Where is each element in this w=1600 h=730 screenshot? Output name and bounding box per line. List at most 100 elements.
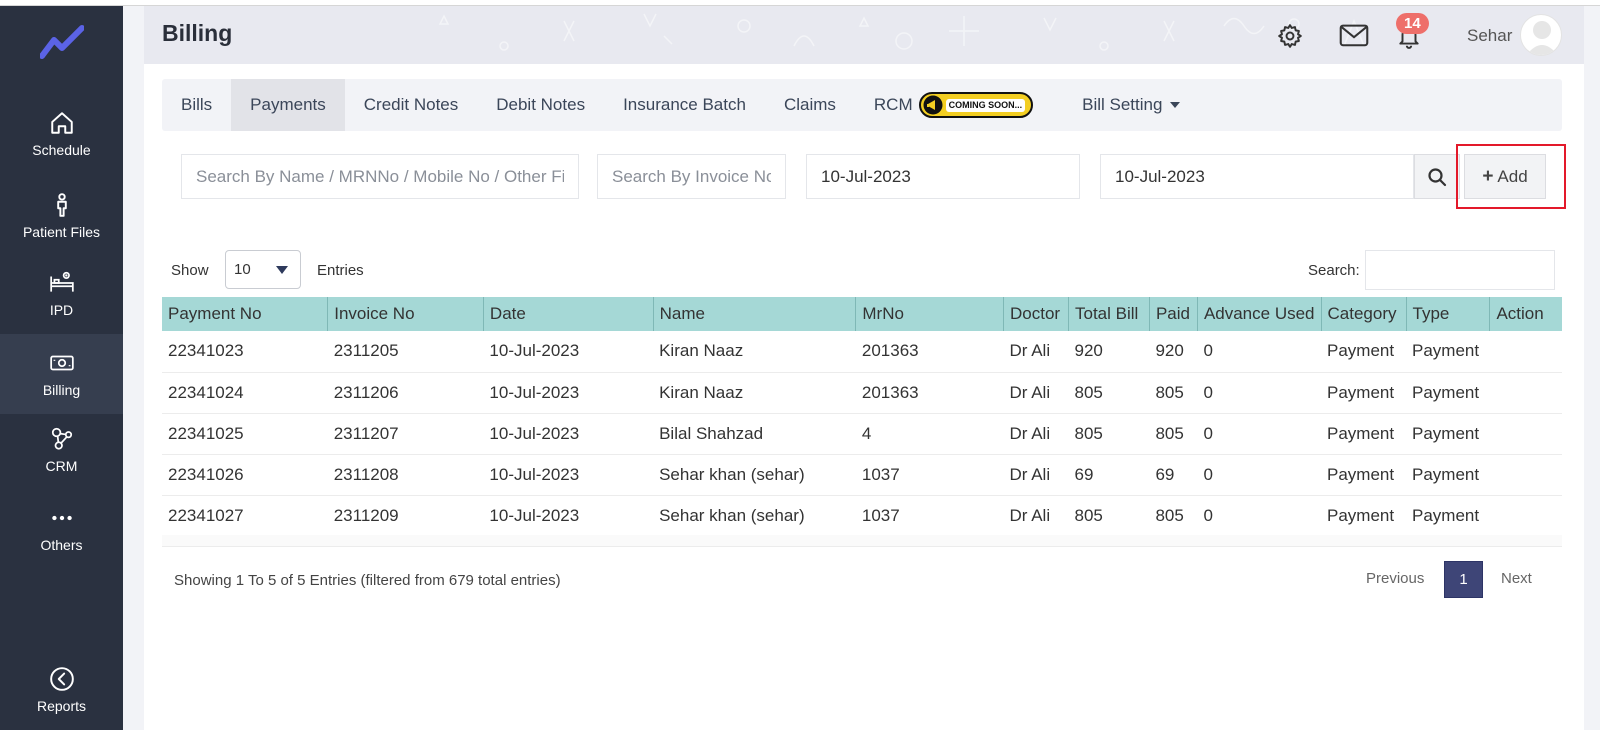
table-cell: 10-Jul-2023 xyxy=(483,454,654,496)
table-cell: 69 xyxy=(1149,454,1198,496)
table-cell: Kiran Naaz xyxy=(653,372,856,414)
sidebar-item-patient-files[interactable]: Patient Files xyxy=(0,184,123,248)
table-cell: 2311205 xyxy=(327,331,484,373)
table-cell: Bilal Shahzad xyxy=(653,413,856,455)
page-title: Billing xyxy=(162,20,233,46)
table-search-input[interactable] xyxy=(1365,250,1555,290)
column-header[interactable]: Invoice No xyxy=(327,297,484,331)
sidebar-item-reports[interactable]: Reports xyxy=(0,658,123,722)
table-cell: Dr Ali xyxy=(1003,495,1069,537)
table-cell: Sehar khan (sehar) xyxy=(653,495,856,537)
table-cell: 22341025 xyxy=(162,413,328,455)
money-icon xyxy=(49,355,74,371)
search-name-input[interactable] xyxy=(181,154,579,199)
column-header[interactable]: Paid xyxy=(1149,297,1198,331)
table-cell[interactable] xyxy=(1489,331,1562,373)
column-header[interactable]: Advance Used xyxy=(1197,297,1322,331)
table-cell: Payment xyxy=(1321,372,1406,414)
column-header[interactable]: Action xyxy=(1489,297,1562,331)
table-cell: 1037 xyxy=(855,495,1004,537)
search-invoice-input[interactable] xyxy=(597,154,786,199)
table-cell: 805 xyxy=(1068,372,1150,414)
date-from-input[interactable] xyxy=(806,154,1080,199)
tab-bill-setting-label: Bill Setting xyxy=(1082,95,1163,114)
next-button[interactable]: Next xyxy=(1501,570,1532,587)
table-cell[interactable] xyxy=(1489,413,1562,455)
table-cell: 0 xyxy=(1197,413,1322,455)
table-cell: Payment xyxy=(1406,495,1490,537)
table-cell[interactable] xyxy=(1489,372,1562,414)
table-cell[interactable] xyxy=(1489,454,1562,496)
sidebar-item-ipd[interactable]: IPD xyxy=(0,264,123,324)
table-cell: 0 xyxy=(1197,495,1322,537)
column-header[interactable]: Category xyxy=(1321,297,1407,331)
gear-icon[interactable] xyxy=(1277,23,1303,49)
page-header: Billing xyxy=(144,6,1584,64)
table-cell: 920 xyxy=(1068,331,1150,373)
mail-icon[interactable] xyxy=(1339,23,1369,49)
tab-bills[interactable]: Bills xyxy=(162,79,231,131)
date-to-input[interactable] xyxy=(1100,154,1414,199)
table-cell: Payment xyxy=(1321,331,1406,373)
table-cell: Payment xyxy=(1321,454,1406,496)
table-cell: 920 xyxy=(1149,331,1198,373)
chart-icon xyxy=(49,667,74,691)
tab-debit-notes[interactable]: Debit Notes xyxy=(477,79,604,131)
sidebar-item-label: Billing xyxy=(42,382,81,398)
tab-rcm[interactable]: RCM COMING SOON... xyxy=(855,79,1052,131)
add-button[interactable]: + Add xyxy=(1464,154,1546,199)
previous-button[interactable]: Previous xyxy=(1366,570,1424,587)
sidebar-item-label: CRM xyxy=(45,458,78,474)
column-header[interactable]: Total Bill xyxy=(1068,297,1150,331)
search-button[interactable] xyxy=(1414,154,1460,199)
table-cell: Payment xyxy=(1406,331,1490,373)
user-name[interactable]: Sehar xyxy=(1467,26,1512,46)
table-cell: 4 xyxy=(855,413,1004,455)
table-cell: Payment xyxy=(1406,454,1490,496)
table-cell: Sehar khan (sehar) xyxy=(653,454,856,496)
home-icon xyxy=(50,112,73,134)
table-cell: 2311209 xyxy=(327,495,484,537)
entries-select[interactable]: 10 xyxy=(225,250,301,289)
tab-insurance-batch[interactable]: Insurance Batch xyxy=(604,79,765,131)
table-cell: 10-Jul-2023 xyxy=(483,331,654,373)
tab-credit-notes[interactable]: Credit Notes xyxy=(345,79,477,131)
table-cell: 22341023 xyxy=(162,331,328,373)
column-header[interactable]: Date xyxy=(483,297,654,331)
table-cell: 1037 xyxy=(855,454,1004,496)
tab-bill-setting[interactable]: Bill Setting xyxy=(1052,79,1199,131)
table-cell: Dr Ali xyxy=(1003,372,1069,414)
table-cell: Dr Ali xyxy=(1003,454,1069,496)
tab-payments[interactable]: Payments xyxy=(231,79,345,131)
payments-table: Payment No Invoice No Date Name MrNo Doc… xyxy=(162,297,1562,537)
sidebar-item-others[interactable]: Others xyxy=(0,498,123,560)
sidebar-item-billing[interactable]: Billing xyxy=(0,334,123,414)
table-cell[interactable] xyxy=(1489,495,1562,537)
column-header[interactable]: Name xyxy=(653,297,857,331)
column-header[interactable]: MrNo xyxy=(855,297,1004,331)
logo-icon[interactable] xyxy=(40,24,84,60)
table-cell: 2311206 xyxy=(327,372,484,414)
sidebar-item-crm[interactable]: CRM xyxy=(0,418,123,482)
column-header[interactable]: Doctor xyxy=(1003,297,1069,331)
table-cell: 22341024 xyxy=(162,372,328,414)
user-avatar-icon xyxy=(1526,21,1558,55)
tab-claims[interactable]: Claims xyxy=(765,79,855,131)
sidebar-item-label: Others xyxy=(40,537,83,553)
table-cell: 805 xyxy=(1149,495,1198,537)
column-header[interactable]: Type xyxy=(1406,297,1491,331)
sidebar-item-schedule[interactable]: Schedule xyxy=(0,104,123,164)
avatar[interactable] xyxy=(1520,14,1562,56)
table-cell: 0 xyxy=(1197,331,1322,373)
table-cell: 0 xyxy=(1197,454,1322,496)
coming-soon-text: COMING SOON... xyxy=(945,98,1026,112)
page-button-1[interactable]: 1 xyxy=(1444,561,1483,598)
table-cell: Dr Ali xyxy=(1003,413,1069,455)
chevron-down-icon xyxy=(1170,102,1181,108)
entries-value: 10 xyxy=(234,261,251,278)
table-cell: 805 xyxy=(1149,372,1198,414)
column-header[interactable]: Payment No xyxy=(162,297,329,331)
chevron-down-icon xyxy=(276,265,288,274)
table-cell: 10-Jul-2023 xyxy=(483,372,654,414)
table-row: 22341026 2311208 10-Jul-2023 Sehar khan (se… xyxy=(162,454,1562,496)
